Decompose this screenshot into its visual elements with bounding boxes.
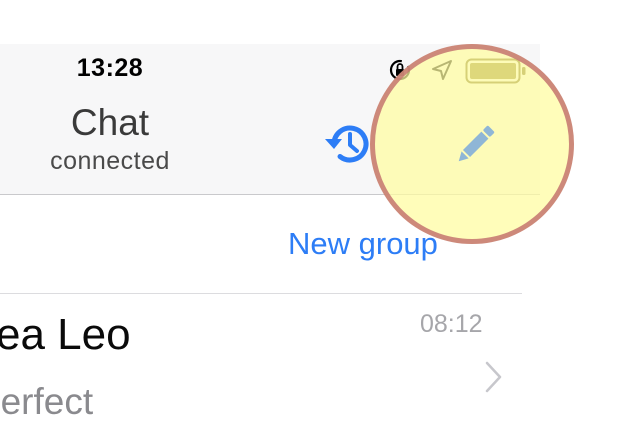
status-bar-time: 13:28: [76, 54, 144, 82]
history-icon[interactable]: [322, 118, 374, 170]
compose-pencil-icon[interactable]: [448, 118, 502, 172]
page-title: Chat: [70, 102, 150, 143]
connection-status: connected: [50, 147, 170, 175]
chat-contact-name: ea Leo: [0, 310, 131, 359]
chat-timestamp: 08:12: [420, 310, 483, 338]
new-group-button[interactable]: New group: [288, 226, 438, 262]
chevron-right-icon: [485, 361, 502, 393]
chat-message-preview: perfect: [0, 381, 94, 422]
